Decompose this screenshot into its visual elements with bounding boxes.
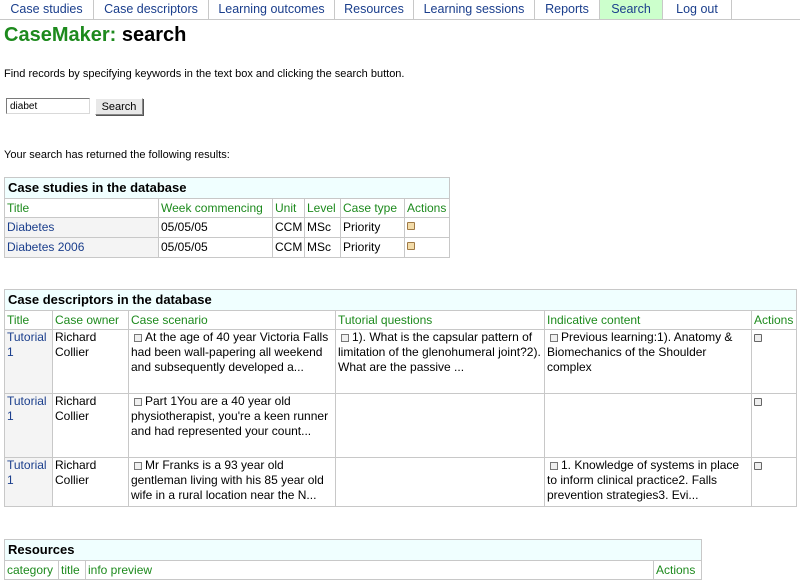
week-cell: 05/05/05 — [158, 237, 273, 258]
case-owner-cell: Richard Collier — [52, 393, 129, 458]
tab-case-descriptors[interactable]: Case descriptors — [94, 0, 209, 19]
week-cell: 05/05/05 — [158, 217, 273, 238]
results-summary: Your search has returned the following r… — [4, 149, 230, 161]
tutorial-questions-cell — [335, 457, 545, 507]
case-type-cell: Priority — [340, 217, 405, 238]
level-cell: MSc — [304, 217, 341, 238]
indicative-content-cell — [544, 393, 752, 458]
table-row: Tutorial 1 Richard Collier Mr Franks is … — [4, 457, 797, 507]
column-header: title — [58, 560, 86, 580]
case-descriptors-caption: Case descriptors in the database — [4, 289, 797, 311]
search-instructions: Find records by specifying keywords in t… — [4, 68, 405, 80]
column-header: Level — [304, 198, 341, 218]
search-input[interactable] — [6, 98, 90, 114]
brand-name: CaseMaker: — [4, 24, 117, 46]
actions-cell — [403, 217, 451, 238]
indicative-content-text: 1. Knowledge of systems in place to info… — [547, 458, 740, 503]
document-icon — [550, 333, 558, 342]
page-title-text: search — [121, 24, 187, 46]
column-header: info preview — [85, 560, 654, 580]
document-icon — [134, 461, 142, 470]
column-header: Case scenario — [128, 310, 336, 330]
table-row: Tutorial 1 Richard Collier At the age of… — [4, 329, 797, 394]
column-header: Title — [4, 198, 159, 218]
column-header: Indicative content — [544, 310, 752, 330]
case-scenario-text: Part 1You are a 40 year old physiotherap… — [131, 394, 329, 439]
case-owner-cell: Richard Collier — [52, 329, 129, 394]
case-scenario-cell: Mr Franks is a 93 year old gentleman liv… — [128, 457, 336, 507]
actions-cell — [751, 393, 797, 458]
unit-cell: CCM — [272, 237, 305, 258]
table-row: Diabetes 05/05/05 CCM MSc Priority — [4, 217, 451, 238]
edit-icon[interactable] — [407, 222, 415, 230]
edit-icon[interactable] — [754, 462, 762, 470]
column-header: Case type — [340, 198, 405, 218]
edit-icon[interactable] — [407, 242, 415, 250]
indicative-content-text: Previous learning:1). Anatomy & Biomecha… — [547, 330, 733, 375]
indicative-content-cell: Previous learning:1). Anatomy & Biomecha… — [544, 329, 752, 394]
column-header: Actions — [652, 560, 703, 580]
case-study-link[interactable]: Diabetes — [7, 220, 54, 234]
tutorial-questions-cell — [335, 393, 545, 458]
tutorial-questions-cell: 1). What is the capsular pattern of limi… — [335, 329, 545, 394]
column-header: Week commencing — [158, 198, 273, 218]
column-header: Actions — [751, 310, 797, 330]
table-row: Diabetes 2006 05/05/05 CCM MSc Priority — [4, 237, 451, 258]
case-scenario-text: At the age of 40 year Victoria Falls had… — [131, 330, 329, 375]
actions-cell — [751, 329, 797, 394]
case-type-cell: Priority — [340, 237, 405, 258]
table-row: Tutorial 1 Richard Collier Part 1You are… — [4, 393, 797, 458]
table-header-row: category title info preview Actions — [4, 560, 703, 580]
edit-icon[interactable] — [754, 334, 762, 342]
tab-resources[interactable]: Resources — [335, 0, 414, 19]
column-header: category — [4, 560, 59, 580]
case-studies-caption: Case studies in the database — [3, 177, 451, 199]
document-icon — [134, 397, 142, 406]
resources-table: Resources category title info preview Ac… — [3, 539, 703, 580]
document-icon — [341, 333, 349, 342]
column-header: Case owner — [52, 310, 129, 330]
actions-cell — [751, 457, 797, 507]
case-descriptor-link[interactable]: Tutorial 1 — [7, 459, 47, 488]
tab-case-studies[interactable]: Case studies — [0, 0, 94, 19]
case-scenario-cell: At the age of 40 year Victoria Falls had… — [128, 329, 336, 394]
tab-reports[interactable]: Reports — [535, 0, 600, 19]
table-header-row: Title Case owner Case scenario Tutorial … — [4, 310, 797, 330]
case-study-link[interactable]: Diabetes 2006 — [7, 240, 84, 254]
column-header: Title — [4, 310, 53, 330]
actions-cell — [403, 237, 451, 258]
tutorial-questions-text: 1). What is the capsular pattern of limi… — [338, 330, 541, 375]
indicative-content-cell: 1. Knowledge of systems in place to info… — [544, 457, 752, 507]
tab-search[interactable]: Search — [600, 0, 663, 19]
document-icon — [550, 461, 558, 470]
table-header-row: Title Week commencing Unit Level Case ty… — [4, 198, 451, 218]
column-header: Actions — [403, 198, 451, 218]
main-nav: Case studies Case descriptors Learning o… — [0, 0, 800, 20]
tab-learning-sessions[interactable]: Learning sessions — [414, 0, 535, 19]
column-header: Tutorial questions — [335, 310, 545, 330]
case-scenario-text: Mr Franks is a 93 year old gentleman liv… — [131, 458, 324, 503]
resources-caption: Resources — [3, 539, 703, 561]
document-icon — [134, 333, 142, 342]
column-header: Unit — [272, 198, 305, 218]
case-scenario-cell: Part 1You are a 40 year old physiotherap… — [128, 393, 336, 458]
tab-learning-outcomes[interactable]: Learning outcomes — [209, 0, 335, 19]
case-descriptors-table: Case descriptors in the database Title C… — [4, 289, 797, 507]
case-studies-table: Case studies in the database Title Week … — [3, 177, 451, 258]
case-descriptor-link[interactable]: Tutorial 1 — [7, 395, 47, 424]
case-owner-cell: Richard Collier — [52, 457, 129, 507]
page-title: CaseMaker: search — [4, 24, 186, 47]
unit-cell: CCM — [272, 217, 305, 238]
edit-icon[interactable] — [754, 398, 762, 406]
tab-log-out[interactable]: Log out — [663, 0, 732, 19]
search-button[interactable]: Search — [95, 98, 143, 115]
level-cell: MSc — [304, 237, 341, 258]
case-descriptor-link[interactable]: Tutorial 1 — [7, 331, 47, 360]
